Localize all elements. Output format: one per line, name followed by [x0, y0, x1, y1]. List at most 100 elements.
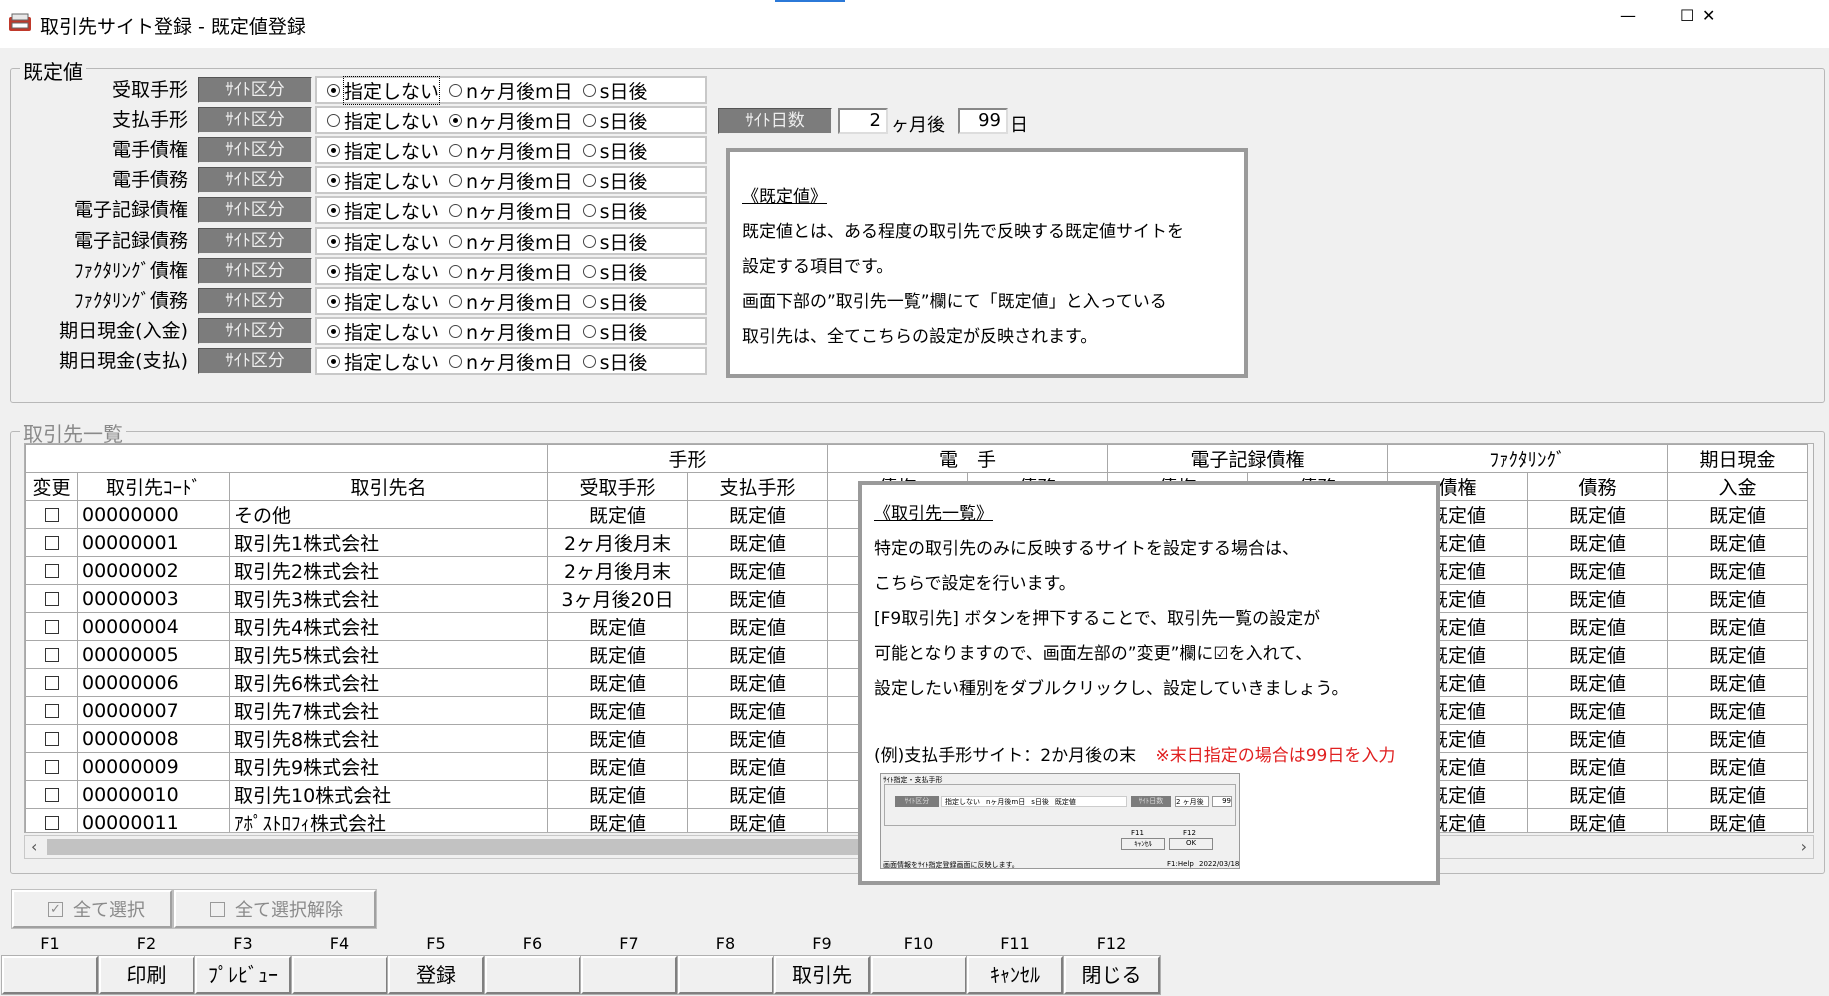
site-cell[interactable]: 既定値	[1667, 780, 1808, 809]
fkey-f11-button[interactable]: ｷｬﾝｾﾙ	[966, 955, 1064, 995]
site-option-radio[interactable]: nヶ月後m日	[439, 348, 573, 375]
fkey-f2-button[interactable]: 印刷	[97, 955, 196, 995]
change-checkbox[interactable]	[44, 732, 59, 746]
fkey-f5-button[interactable]: 登録	[387, 955, 485, 995]
site-cell[interactable]: 既定値	[1667, 696, 1808, 725]
site-cell[interactable]: 既定値	[1527, 780, 1668, 809]
site-type-button[interactable]: ｻｲﾄ区分	[198, 77, 312, 103]
site-option-radio[interactable]: 指定しない	[317, 167, 439, 194]
site-cell[interactable]: 既定値	[1667, 640, 1808, 669]
day-input[interactable]: 99	[958, 108, 1008, 134]
site-option-radio[interactable]: s日後	[573, 228, 647, 255]
site-option-radio[interactable]: 指定しない	[317, 258, 439, 285]
site-cell[interactable]: 既定値	[687, 556, 828, 585]
site-cell[interactable]: 既定値	[1667, 556, 1808, 585]
site-type-button[interactable]: ｻｲﾄ区分	[198, 318, 312, 344]
site-option-radio[interactable]: s日後	[573, 137, 647, 164]
site-cell[interactable]: 既定値	[1667, 724, 1808, 753]
site-cell[interactable]: 既定値	[1527, 696, 1668, 725]
change-checkbox[interactable]	[44, 648, 59, 662]
site-cell[interactable]: 既定値	[1527, 640, 1668, 669]
change-checkbox[interactable]	[44, 788, 59, 802]
change-checkbox[interactable]	[44, 592, 59, 606]
site-cell[interactable]: 既定値	[687, 780, 828, 809]
site-type-button[interactable]: ｻｲﾄ区分	[198, 107, 312, 133]
column-header[interactable]: 債務	[1527, 472, 1668, 501]
site-option-radio[interactable]: s日後	[573, 167, 647, 194]
fkey-f1-button[interactable]	[1, 955, 99, 995]
site-days-button[interactable]: ｻｲﾄ日数	[718, 108, 832, 134]
site-type-button[interactable]: ｻｲﾄ区分	[198, 197, 312, 223]
site-option-radio[interactable]: nヶ月後m日	[439, 197, 573, 224]
site-cell[interactable]: 既定値	[687, 808, 828, 832]
select-all-button[interactable]: ✓ 全て選択	[11, 889, 173, 929]
site-option-radio[interactable]: s日後	[573, 197, 647, 224]
site-option-radio[interactable]: s日後	[573, 258, 647, 285]
site-cell[interactable]: 既定値	[687, 528, 828, 557]
site-option-radio[interactable]: nヶ月後m日	[439, 228, 573, 255]
site-cell[interactable]: 既定値	[1667, 808, 1808, 832]
site-cell[interactable]: 既定値	[547, 696, 688, 725]
site-type-button[interactable]: ｻｲﾄ区分	[198, 348, 312, 374]
column-header[interactable]: 支払手形	[687, 472, 828, 501]
site-option-radio[interactable]: 指定しない	[317, 197, 439, 224]
site-cell[interactable]: 既定値	[547, 752, 688, 781]
site-option-radio[interactable]: s日後	[573, 77, 647, 104]
fkey-f6-button[interactable]	[483, 955, 582, 995]
site-option-radio[interactable]: 指定しない	[317, 107, 439, 134]
site-cell[interactable]: 既定値	[687, 500, 828, 529]
site-type-button[interactable]: ｻｲﾄ区分	[198, 167, 312, 193]
fkey-f9-button[interactable]: 取引先	[773, 955, 871, 995]
site-cell[interactable]: 既定値	[547, 612, 688, 641]
column-header[interactable]: 取引先名	[229, 472, 548, 501]
site-cell[interactable]: 3ヶ月後20日	[547, 584, 688, 613]
site-option-radio[interactable]: nヶ月後m日	[439, 137, 573, 164]
site-cell[interactable]: 既定値	[687, 612, 828, 641]
site-option-radio[interactable]: s日後	[573, 318, 647, 345]
site-option-radio[interactable]: nヶ月後m日	[439, 167, 573, 194]
site-option-radio[interactable]: nヶ月後m日	[439, 107, 573, 134]
change-checkbox[interactable]	[44, 536, 59, 550]
change-checkbox[interactable]	[44, 508, 59, 522]
site-cell[interactable]: 既定値	[547, 640, 688, 669]
site-cell[interactable]: 既定値	[1667, 612, 1808, 641]
fkey-f3-button[interactable]: ﾌﾟﾚﾋﾞｭｰ	[194, 955, 292, 995]
scroll-right-icon[interactable]: ›	[1801, 836, 1807, 858]
site-type-button[interactable]: ｻｲﾄ区分	[198, 228, 312, 254]
change-checkbox[interactable]	[44, 816, 59, 830]
site-cell[interactable]: 既定値	[1527, 808, 1668, 832]
column-header[interactable]: 取引先ｺｰﾄﾞ	[77, 472, 230, 501]
site-option-radio[interactable]: s日後	[573, 107, 647, 134]
site-cell[interactable]: 既定値	[1527, 724, 1668, 753]
site-cell[interactable]: 既定値	[547, 668, 688, 697]
change-checkbox[interactable]	[44, 676, 59, 690]
site-cell[interactable]: 既定値	[547, 500, 688, 529]
site-option-radio[interactable]: nヶ月後m日	[439, 77, 573, 104]
site-cell[interactable]: 既定値	[1667, 500, 1808, 529]
column-header[interactable]: 変更	[25, 472, 78, 501]
column-header[interactable]: 入金	[1667, 472, 1808, 501]
change-checkbox[interactable]	[44, 704, 59, 718]
close-window-button[interactable]: ✕	[1702, 6, 1762, 25]
site-cell[interactable]: 既定値	[1527, 556, 1668, 585]
site-option-radio[interactable]: 指定しない	[317, 348, 439, 375]
fkey-f10-button[interactable]	[869, 955, 968, 995]
site-cell[interactable]: 2ヶ月後月末	[547, 528, 688, 557]
site-cell[interactable]: 既定値	[687, 584, 828, 613]
site-option-radio[interactable]: s日後	[573, 288, 647, 315]
site-option-radio[interactable]: 指定しない	[317, 288, 439, 315]
site-cell[interactable]: 既定値	[687, 696, 828, 725]
site-option-radio[interactable]: s日後	[573, 348, 647, 375]
site-cell[interactable]: 既定値	[687, 752, 828, 781]
site-type-button[interactable]: ｻｲﾄ区分	[198, 288, 312, 314]
fkey-f12-button[interactable]: 閉じる	[1062, 955, 1161, 995]
site-cell[interactable]: 既定値	[1527, 528, 1668, 557]
site-option-radio[interactable]: 指定しない	[317, 228, 439, 255]
site-type-button[interactable]: ｻｲﾄ区分	[198, 258, 312, 284]
site-cell[interactable]: 2ヶ月後月末	[547, 556, 688, 585]
site-option-radio[interactable]: nヶ月後m日	[439, 258, 573, 285]
site-cell[interactable]: 既定値	[547, 724, 688, 753]
site-option-radio[interactable]: nヶ月後m日	[439, 318, 573, 345]
site-option-radio[interactable]: 指定しない	[317, 137, 439, 164]
site-cell[interactable]: 既定値	[1527, 500, 1668, 529]
